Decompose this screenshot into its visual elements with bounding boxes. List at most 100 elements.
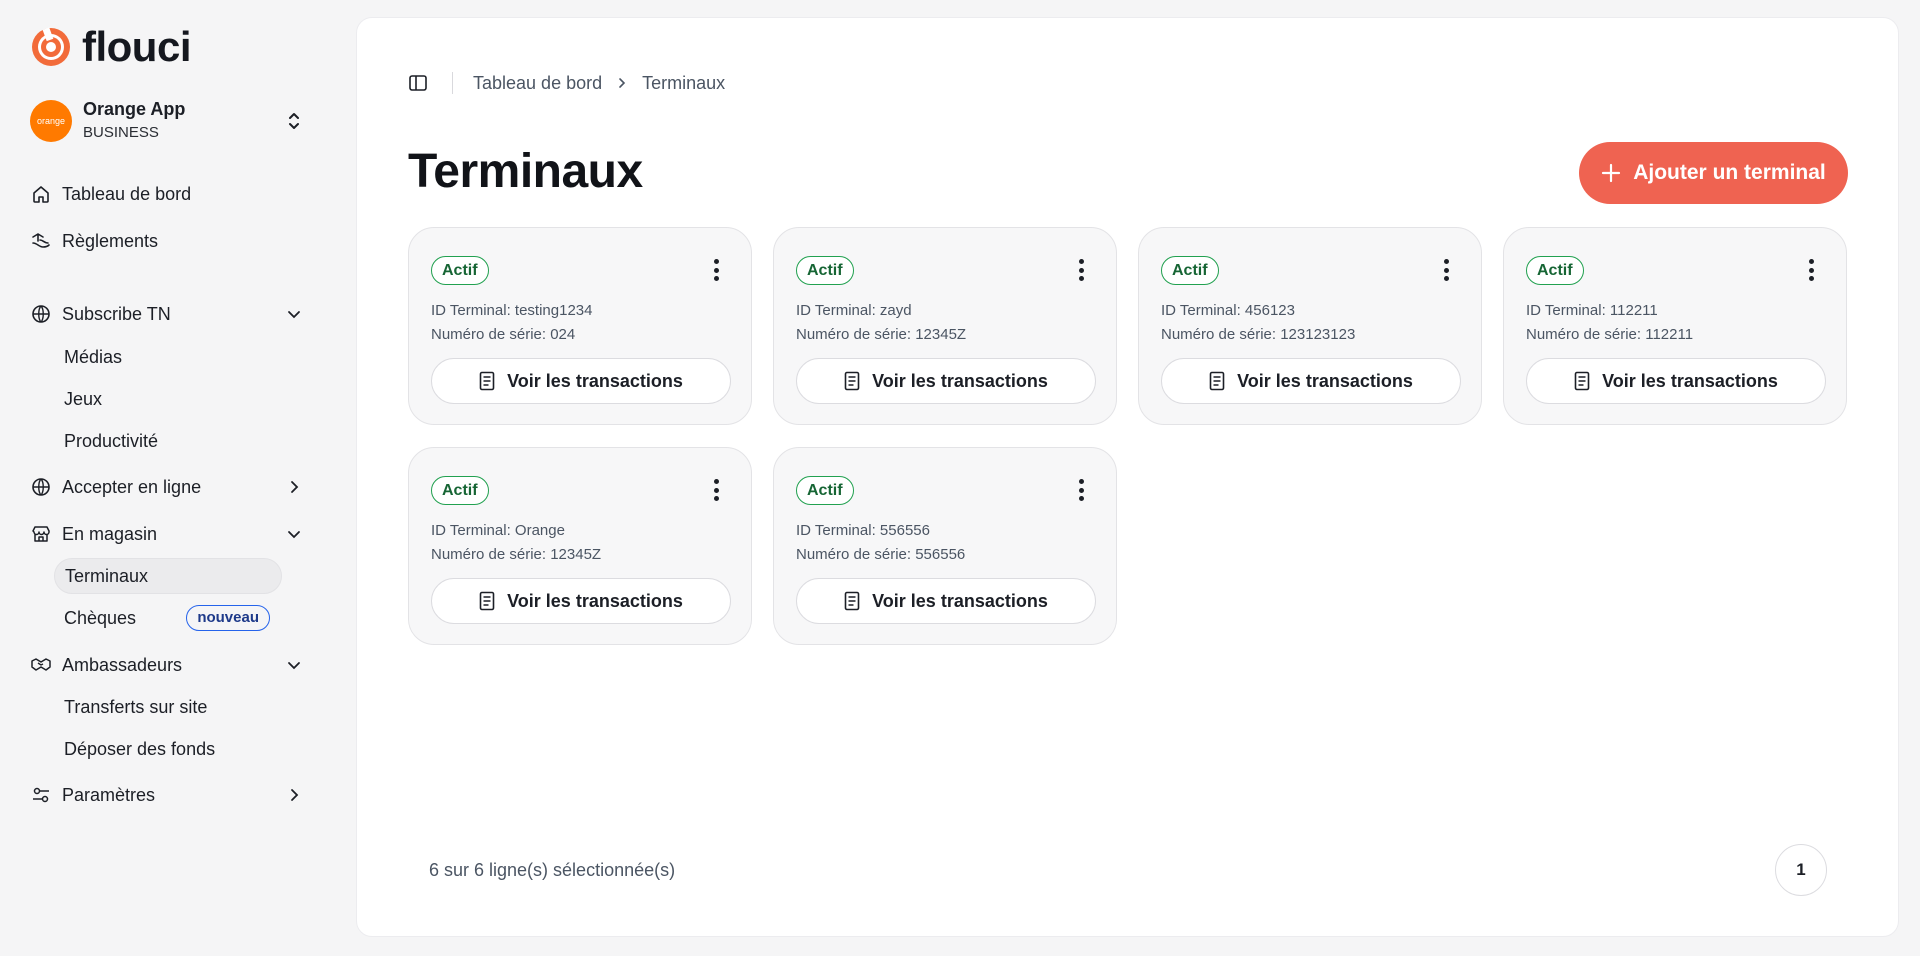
nav-ambassadors[interactable]: Ambassadeurs [30, 646, 304, 684]
nav-payments-label: Règlements [62, 230, 159, 251]
view-transactions-button[interactable]: Voir les transactions [431, 578, 731, 624]
globe-icon [30, 476, 52, 498]
more-vertical-icon[interactable] [1076, 256, 1086, 284]
breadcrumb: Tableau de bord Terminaux [408, 70, 725, 96]
more-vertical-icon[interactable] [1806, 256, 1816, 284]
brand-logo[interactable]: flouci [30, 23, 192, 70]
breadcrumb-root[interactable]: Tableau de bord [473, 73, 602, 94]
document-icon [844, 371, 860, 391]
nav-dashboard-label: Tableau de bord [62, 183, 192, 204]
add-terminal-label: Ajouter un terminal [1633, 161, 1826, 184]
view-transactions-button[interactable]: Voir les transactions [796, 578, 1096, 624]
chevrons-up-down-icon[interactable] [284, 109, 304, 133]
nav-accept-online-label: Accepter en ligne [62, 476, 202, 497]
terminal-card: Actif ID Terminal: zayd Numéro de série:… [773, 227, 1117, 425]
status-badge: Actif [431, 476, 489, 505]
status-badge: Actif [796, 476, 854, 505]
nav-sub-site-transfers[interactable]: Transferts sur site [54, 689, 282, 725]
terminal-id: ID Terminal: 112211 [1526, 302, 1658, 319]
main-panel: Tableau de bord Terminaux Terminaux Ajou… [356, 17, 1899, 937]
terminal-serial: Numéro de série: 12345Z [431, 546, 602, 563]
org-name: Orange App [83, 99, 186, 119]
new-badge: nouveau [186, 605, 270, 631]
terminal-card: Actif ID Terminal: 456123 Numéro de séri… [1138, 227, 1482, 425]
globe-icon [30, 303, 52, 325]
status-badge: Actif [1161, 256, 1219, 285]
payments-icon [30, 230, 52, 252]
nav-sub-deposit-funds[interactable]: Déposer des fonds [54, 731, 282, 767]
view-transactions-button[interactable]: Voir les transactions [1526, 358, 1826, 404]
nav-accept-online[interactable]: Accepter en ligne [30, 468, 304, 506]
nav-payments[interactable]: Règlements [30, 222, 304, 260]
nav-sub-cheques[interactable]: Chèques nouveau [54, 600, 282, 636]
nav-subscribe-label: Subscribe TN [62, 303, 171, 324]
divider [452, 72, 453, 94]
terminal-card: Actif ID Terminal: 556556 Numéro de séri… [773, 447, 1117, 645]
document-icon [1574, 371, 1590, 391]
add-terminal-button[interactable]: Ajouter un terminal [1579, 142, 1848, 204]
document-icon [479, 591, 495, 611]
sidebar-toggle-icon[interactable] [408, 72, 430, 94]
chevron-down-icon [284, 655, 304, 675]
view-transactions-label: Voir les transactions [507, 370, 683, 391]
nav-subscribe[interactable]: Subscribe TN [30, 295, 304, 333]
view-transactions-button[interactable]: Voir les transactions [431, 358, 731, 404]
nav-ambassadors-label: Ambassadeurs [62, 654, 183, 675]
nav-dashboard[interactable]: Tableau de bord [30, 175, 304, 213]
more-vertical-icon[interactable] [1076, 476, 1086, 504]
more-vertical-icon[interactable] [711, 256, 721, 284]
org-avatar: orange [30, 100, 72, 142]
terminal-id: ID Terminal: 456123 [1161, 302, 1295, 319]
status-badge: Actif [431, 256, 489, 285]
status-badge: Actif [1526, 256, 1584, 285]
terminal-serial: Numéro de série: 024 [431, 326, 576, 343]
terminal-serial: Numéro de série: 556556 [796, 546, 966, 563]
status-badge: Actif [796, 256, 854, 285]
terminal-serial: Numéro de série: 112211 [1526, 326, 1694, 343]
terminal-id: ID Terminal: Orange [431, 522, 565, 539]
brand-name: flouci [82, 23, 192, 70]
sidebar: flouci orange Orange App BUSINESS Tablea… [0, 0, 352, 956]
terminal-card: Actif ID Terminal: Orange Numéro de séri… [408, 447, 752, 645]
org-switcher[interactable]: orange Orange App BUSINESS [30, 96, 304, 146]
handshake-icon [30, 654, 52, 676]
nav-sub-games[interactable]: Jeux [54, 381, 282, 417]
view-transactions-button[interactable]: Voir les transactions [1161, 358, 1461, 404]
page-title: Terminaux [408, 145, 643, 198]
chevron-down-icon [284, 304, 304, 324]
view-transactions-label: Voir les transactions [872, 370, 1048, 391]
view-transactions-button[interactable]: Voir les transactions [796, 358, 1096, 404]
terminal-id: ID Terminal: testing1234 [431, 302, 593, 319]
settings-sliders-icon [30, 784, 52, 806]
nav-sub-medias[interactable]: Médias [54, 339, 282, 375]
chevron-right-icon [284, 477, 304, 497]
view-transactions-label: Voir les transactions [1602, 370, 1778, 391]
more-vertical-icon[interactable] [1441, 256, 1451, 284]
org-type: BUSINESS [83, 124, 159, 141]
terminal-card: Actif ID Terminal: testing1234 Numéro de… [408, 227, 752, 425]
nav-settings-label: Paramètres [62, 784, 156, 805]
breadcrumb-current: Terminaux [642, 72, 726, 93]
view-transactions-label: Voir les transactions [872, 590, 1048, 611]
selection-count: 6 sur 6 ligne(s) sélectionnée(s) [429, 860, 676, 880]
store-icon [30, 523, 52, 545]
nav-sub-cheques-label: Chèques [64, 607, 137, 628]
flouci-logo-icon [32, 27, 70, 66]
terminal-serial: Numéro de série: 123123123 [1161, 326, 1356, 343]
chevron-right-icon [616, 77, 628, 89]
chevron-down-icon [284, 524, 304, 544]
terminal-id: ID Terminal: zayd [796, 302, 912, 319]
nav-settings[interactable]: Paramètres [30, 776, 304, 814]
terminal-id: ID Terminal: 556556 [796, 522, 930, 539]
more-vertical-icon[interactable] [711, 476, 721, 504]
nav-sub-productivity[interactable]: Productivité [54, 423, 282, 459]
chevron-right-icon [284, 785, 304, 805]
nav-sub-terminals[interactable]: Terminaux [54, 558, 282, 594]
terminal-card: Actif ID Terminal: 112211 Numéro de séri… [1503, 227, 1847, 425]
home-icon [30, 183, 52, 205]
document-icon [1209, 371, 1225, 391]
document-icon [844, 591, 860, 611]
pagination-page-button[interactable]: 1 [1775, 844, 1827, 896]
nav-in-store[interactable]: En magasin [30, 515, 304, 553]
nav-in-store-label: En magasin [62, 523, 158, 544]
